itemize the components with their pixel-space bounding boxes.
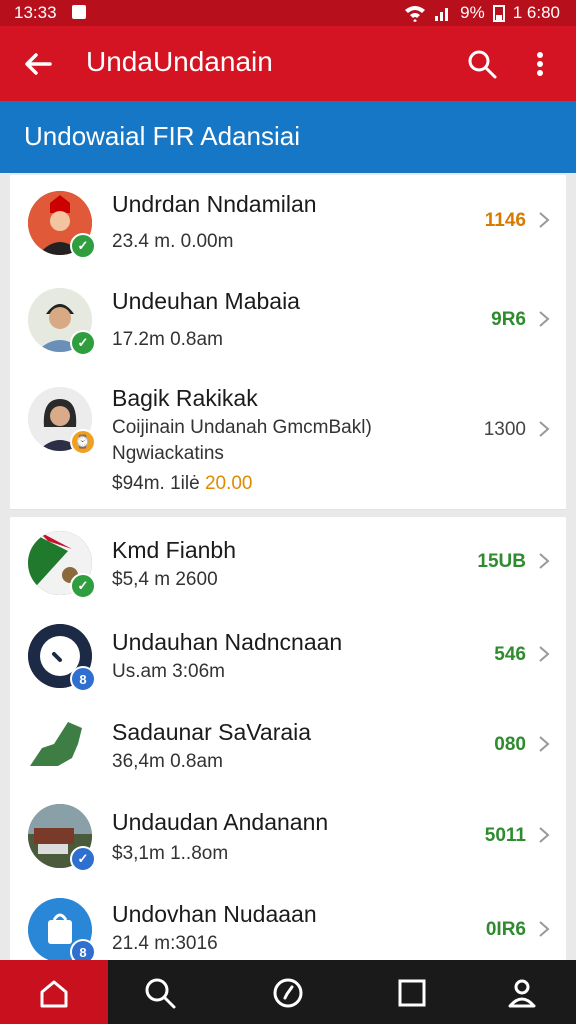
- back-arrow-icon[interactable]: [22, 48, 54, 80]
- item-value: 9R6: [491, 309, 526, 330]
- item-accent-amount: 20.00: [204, 473, 253, 494]
- profile-icon[interactable]: [505, 976, 539, 1010]
- square-icon[interactable]: [395, 976, 429, 1010]
- more-options-icon[interactable]: [526, 48, 554, 80]
- home-icon: [40, 980, 68, 1008]
- item-detail-line2: Ngwiackatins: [112, 443, 224, 464]
- chevron-right-icon: [539, 827, 550, 843]
- verified-check-icon: ✓: [70, 233, 96, 259]
- item-value: 1300: [483, 419, 526, 440]
- list-item[interactable]: ✓ Kmd Fianbh $5,4 m 2600 15UB: [10, 517, 566, 612]
- item-detail: $5,4 m 2600: [112, 569, 218, 590]
- item-name: Undeuhan Mabaia: [112, 288, 300, 314]
- section-banner: Undowaial FIR Adansiai: [0, 101, 576, 173]
- item-detail: Coijinain Undanah GmcmBakl): [112, 417, 372, 438]
- item-name: Kmd Fianbh: [112, 537, 237, 563]
- item-name: Sadaunar SaVaraia: [112, 719, 312, 745]
- list-item[interactable]: 8 Undovhan Nudaaan 21.4 m:3016 0IR6: [10, 883, 566, 961]
- battery-percent: 9%: [460, 3, 485, 22]
- chevron-right-icon: [539, 212, 550, 228]
- status-time: 13:33: [14, 3, 57, 22]
- status-bar: 13:33 9% 1 6:80: [0, 0, 576, 26]
- chevron-right-icon: [539, 311, 550, 327]
- chevron-right-icon: [539, 421, 550, 437]
- item-detail: $3,1m 1..8om: [112, 843, 229, 864]
- verified-check-icon: ✓: [70, 573, 96, 599]
- item-value: 15UB: [477, 551, 526, 572]
- wifi-icon: [405, 6, 426, 22]
- item-name: Undaudan Andanann: [112, 809, 329, 835]
- info-badge-icon: 8: [70, 939, 96, 960]
- list-item[interactable]: ✓ Undeuhan Mabaia 17.2m 0.8am 9R6: [10, 272, 566, 372]
- list-item[interactable]: ⌚ Bagik Rakikak Coijinain Undanah GmcmBa…: [10, 371, 566, 510]
- item-value: 546: [494, 644, 526, 665]
- item-value: 1146: [484, 210, 526, 231]
- item-detail: Us.am 3:06m: [112, 661, 225, 682]
- search-icon[interactable]: [466, 48, 498, 80]
- item-name: Undauhan Nadncnaan: [112, 629, 343, 655]
- search-icon[interactable]: [143, 976, 177, 1010]
- pending-clock-icon: ⌚: [70, 429, 96, 455]
- status-clock: 1 6:80: [512, 3, 560, 22]
- notification-icon: [72, 5, 86, 19]
- compass-icon[interactable]: [271, 976, 305, 1010]
- item-value: 080: [494, 734, 526, 755]
- chevron-right-icon: [539, 553, 550, 569]
- item-name: Undrdan Nndamilan: [112, 191, 317, 217]
- item-detail: 17.2m 0.8am: [112, 329, 223, 350]
- info-badge-icon: 8: [70, 666, 96, 692]
- battery-icon: [492, 5, 505, 22]
- verified-check-icon: ✓: [70, 846, 96, 872]
- chevron-right-icon: [539, 921, 550, 937]
- signal-icon: [435, 8, 449, 21]
- item-detail: 36,4m 0.8am: [112, 751, 223, 772]
- app-bar: UndaUndanain: [0, 26, 576, 101]
- item-amount: $94m. 1ilė: [112, 473, 200, 494]
- chevron-right-icon: [539, 646, 550, 662]
- list-item[interactable]: ✓ Undaudan Andanann $3,1m 1..8om 5011: [10, 791, 566, 884]
- list-item[interactable]: ✓ Undrdan Nndamilan 23.4 m. 0.00m 1146: [10, 175, 566, 273]
- list-item[interactable]: Sadaunar SaVaraia 36,4m 0.8am 080: [10, 701, 566, 792]
- item-detail: 21.4 m:3016: [112, 933, 218, 954]
- list-item[interactable]: 8 Undauhan Nadncnaan Us.am 3:06m 546: [10, 611, 566, 702]
- status-indicators: 9% 1 6:80: [404, 3, 560, 23]
- item-value: 0IR6: [485, 919, 526, 940]
- item-detail: 23.4 m. 0.00m: [112, 231, 234, 252]
- nav-home-tab[interactable]: [0, 960, 108, 1024]
- item-name: Bagik Rakikak: [112, 385, 258, 411]
- verified-check-icon: ✓: [70, 330, 96, 356]
- page-title: UndaUndanain: [86, 46, 273, 77]
- bottom-navigation: [0, 960, 576, 1024]
- chevron-right-icon: [539, 736, 550, 752]
- map-icon: [28, 714, 92, 778]
- item-name: Undovhan Nudaaan: [112, 901, 317, 927]
- item-value: 5011: [484, 825, 526, 846]
- banner-text: Undowaial FIR Adansiai: [24, 121, 301, 151]
- item-detail-line3: $94m. 1ilė 20.00: [112, 473, 253, 495]
